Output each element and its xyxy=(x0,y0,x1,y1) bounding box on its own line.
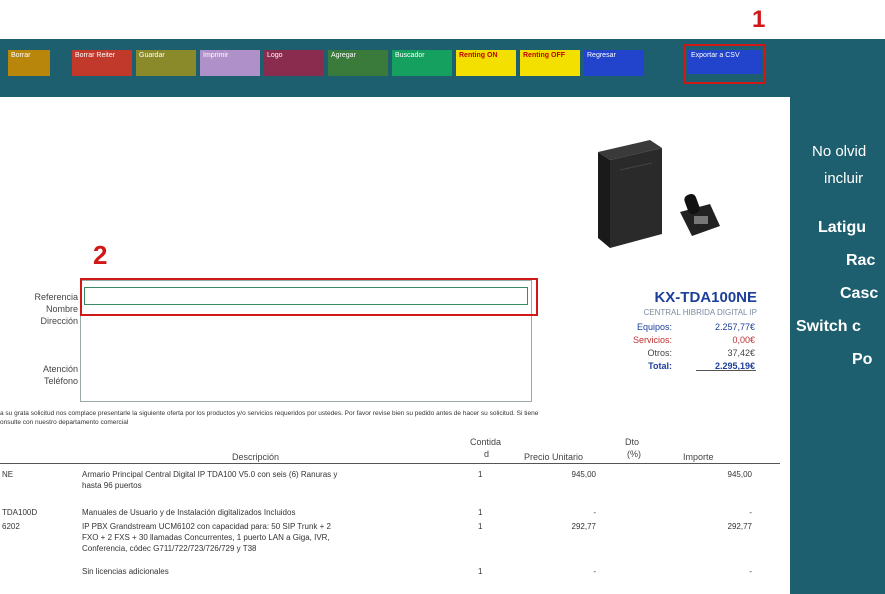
side-panel-line: Switch c xyxy=(796,318,861,335)
item-description: Sin licencias adicionales xyxy=(82,566,462,577)
item-amount: 945,00 xyxy=(727,470,752,479)
side-panel-line: Casc xyxy=(840,285,879,302)
callout-2-box xyxy=(80,278,538,316)
description-line: IP PBX Grandstream UCM6102 con capacidad… xyxy=(82,522,331,531)
toolbar-button-3[interactable]: Imprimir xyxy=(200,50,260,76)
table-header-rule xyxy=(0,463,780,464)
model-subtitle: CENTRAL HIBRIDA DIGITAL IP xyxy=(643,308,757,317)
item-quantity: 1 xyxy=(478,470,483,479)
header-dto-top: Dto xyxy=(625,437,640,447)
side-panel-line: Rac xyxy=(846,252,876,269)
item-unit-price: 292,77 xyxy=(571,522,596,531)
toolbar-button-0[interactable]: Borrar xyxy=(8,50,50,76)
item-amount: 292,77 xyxy=(727,522,752,531)
item-quantity: 1 xyxy=(478,522,483,531)
item-amount: - xyxy=(749,508,752,517)
product-image xyxy=(598,140,720,248)
item-code: NE xyxy=(2,470,14,479)
side-panel-line: Latigu xyxy=(818,219,866,236)
atencion-label: Atención xyxy=(42,364,78,374)
side-panel: No olvid incluir Latigu Rac Casc Switch … xyxy=(790,97,885,594)
description-line: Armario Principal Central Digital IP TDA… xyxy=(82,470,338,479)
summary-label: Servicios: xyxy=(632,335,672,345)
description-line: FXO + 2 FXS + 30 llamadas Concurrentes, … xyxy=(82,533,330,542)
callout-1-box xyxy=(684,44,766,84)
summary-label: Equipos: xyxy=(636,322,672,332)
item-description: Manuales de Usuario y de Instalación dig… xyxy=(82,507,462,518)
offer-note-line-2: onsulte con nuestro departamento comerci… xyxy=(0,419,129,426)
item-code: TDA100D xyxy=(2,508,38,517)
description-line: hasta 96 puertos xyxy=(82,481,142,490)
item-code: 6202 xyxy=(2,522,20,531)
item-amount: - xyxy=(749,567,752,576)
item-unit-price: - xyxy=(593,508,596,517)
callout-1-number: 1 xyxy=(752,6,766,33)
item-quantity: 1 xyxy=(478,508,483,517)
toolbar-button-7[interactable]: Renting ON xyxy=(456,50,516,76)
item-unit-price: - xyxy=(593,567,596,576)
item-description: IP PBX Grandstream UCM6102 con capacidad… xyxy=(82,521,462,554)
total-underline xyxy=(696,370,756,371)
header-precio: Precio Unitario xyxy=(524,452,584,462)
callout-2-number: 2 xyxy=(93,240,108,270)
referencia-label: Referencia xyxy=(34,292,78,302)
summary-value: 37,42€ xyxy=(727,348,755,358)
description-line: Manuales de Usuario y de Instalación dig… xyxy=(82,508,296,517)
item-quantity: 1 xyxy=(478,567,483,576)
side-panel-line: Po xyxy=(852,351,873,368)
header-cantidad-top: Contida xyxy=(470,437,502,447)
toolbar-button-5[interactable]: Agregar xyxy=(328,50,388,76)
header-importe: Importe xyxy=(683,452,714,462)
offer-note-line-1: a su grata solicitud nos complace presen… xyxy=(0,410,539,417)
header-cantidad-bottom: d xyxy=(484,449,490,459)
toolbar-button-6[interactable]: Buscador xyxy=(392,50,452,76)
summary-value: 2.257,77€ xyxy=(714,322,755,332)
telefono-label: Teléfono xyxy=(43,376,78,386)
toolbar-button-4[interactable]: Logo xyxy=(264,50,324,76)
description-line: Conferencia, códec G711/722/723/726/729 … xyxy=(82,544,257,553)
toolbar-button-1[interactable]: Borrar Reiter xyxy=(72,50,132,76)
nombre-label: Nombre xyxy=(45,304,78,314)
summary-value: 0,00€ xyxy=(732,335,755,345)
description-line: Sin licencias adicionales xyxy=(82,567,169,576)
toolbar-button-9[interactable]: Regresar xyxy=(584,50,644,76)
side-panel-line: incluir xyxy=(824,170,864,187)
summary-label: Total: xyxy=(648,361,672,371)
toolbar-button-2[interactable]: Guardar xyxy=(136,50,196,76)
item-unit-price: 945,00 xyxy=(571,470,596,479)
model-title: KX-TDA100NE xyxy=(654,289,757,306)
toolbar-button-8[interactable]: Renting OFF xyxy=(520,50,580,76)
side-panel-line: No olvid xyxy=(812,143,867,160)
item-description: Armario Principal Central Digital IP TDA… xyxy=(82,469,462,491)
header-dto-bottom: (%) xyxy=(627,449,641,459)
summary-label: Otros: xyxy=(647,348,672,358)
header-descripcion: Descripción xyxy=(232,452,280,462)
direccion-label: Dirección xyxy=(40,316,78,326)
